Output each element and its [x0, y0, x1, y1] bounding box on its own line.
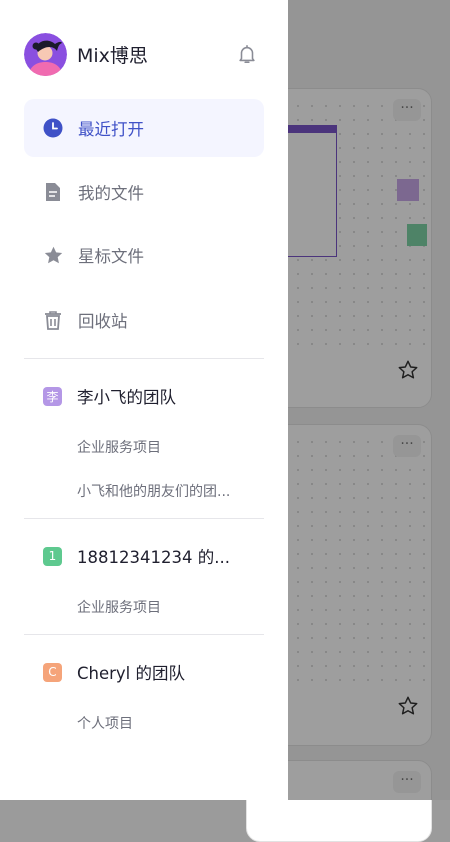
project-item[interactable]: 企业服务项目 — [77, 597, 247, 617]
nav-label: 回收站 — [78, 312, 128, 331]
team-name: 18812341234 的... — [77, 548, 230, 567]
user-avatar[interactable] — [24, 32, 67, 76]
nav-label: 星标文件 — [78, 247, 144, 266]
divider — [24, 358, 264, 359]
team-item[interactable]: 李 李小飞的团队 — [24, 376, 264, 416]
file-icon — [42, 181, 64, 203]
team-name: Cheryl 的团队 — [77, 664, 186, 683]
team-item[interactable]: 1 18812341234 的... — [24, 536, 264, 576]
team-item[interactable]: C Cheryl 的团队 — [24, 652, 264, 692]
profile-header[interactable]: Mix博思 — [24, 32, 264, 76]
trash-icon — [42, 309, 64, 331]
nav-item-recent[interactable]: 最近打开 — [24, 99, 264, 157]
project-item[interactable]: 个人项目 — [77, 713, 247, 733]
nav-label: 我的文件 — [78, 184, 144, 203]
user-name: Mix博思 — [77, 44, 148, 67]
nav-item-trash[interactable]: 回收站 — [24, 291, 264, 349]
nav-item-my-files[interactable]: 我的文件 — [24, 163, 264, 221]
bell-icon[interactable] — [236, 42, 258, 66]
nav-label: 最近打开 — [78, 120, 144, 139]
team-badge: 1 — [43, 546, 62, 566]
team-name: 李小飞的团队 — [77, 388, 176, 407]
navigation-drawer: Mix博思 最近打开 我的文件 星标文件 回收站 李 李小飞的团队 企业服务项目… — [0, 0, 288, 800]
team-badge: 李 — [43, 386, 62, 406]
project-item[interactable]: 企业服务项目 — [77, 437, 247, 457]
divider — [24, 518, 264, 519]
divider — [24, 634, 264, 635]
nav-item-starred[interactable]: 星标文件 — [24, 226, 264, 284]
project-item[interactable]: 小飞和他的朋友们的团... — [77, 481, 247, 501]
star-icon — [42, 244, 64, 266]
clock-icon — [42, 117, 64, 139]
team-badge: C — [43, 662, 62, 682]
